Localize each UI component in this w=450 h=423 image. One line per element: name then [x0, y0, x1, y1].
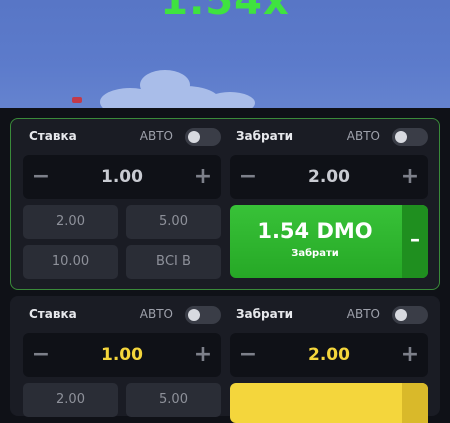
decrease-cashout-button[interactable]: − [230, 155, 266, 199]
all-in-button[interactable]: ВСІ В [126, 245, 221, 279]
increase-bet-button[interactable]: + [185, 333, 221, 377]
bet-action-side-button[interactable] [402, 383, 428, 423]
quick-bet-button[interactable]: 2.00 [23, 205, 118, 239]
game-canvas: 1.54x [0, 0, 450, 108]
cashout-button-label: Забрати [291, 248, 339, 259]
bet-amount-stepper: − 1.00 + [23, 155, 221, 199]
cashout-amount: 1.54 DMO [257, 219, 373, 243]
toggle-knob [188, 309, 200, 321]
increase-bet-button[interactable]: + [185, 155, 221, 199]
bet-action-button[interactable] [230, 383, 428, 423]
toggle-knob [395, 309, 407, 321]
increase-cashout-button[interactable]: + [392, 333, 428, 377]
bet-label: Ставка [29, 307, 77, 321]
cashout-button[interactable]: 1.54 DMO Забрати – [230, 205, 428, 278]
decrease-bet-button[interactable]: − [23, 333, 59, 377]
minus-icon: – [410, 227, 420, 251]
cloud-decoration [205, 92, 255, 108]
bet-amount-value[interactable]: 1.00 [59, 333, 185, 377]
auto-bet-toggle[interactable] [185, 306, 221, 324]
bet-amount-value[interactable]: 1.00 [59, 155, 185, 199]
toggle-knob [188, 131, 200, 143]
bet-amount-stepper: − 1.00 + [23, 333, 221, 377]
auto-cashout-label: АВТО [346, 307, 380, 321]
auto-cashout-label: АВТО [346, 129, 380, 143]
auto-cashout-toggle[interactable] [392, 306, 428, 324]
bet-panel-2: Ставка АВТО − 1.00 + Забрати АВТО − 2.00… [10, 296, 440, 423]
decrease-cashout-button[interactable]: − [230, 333, 266, 377]
bet-label: Ставка [29, 129, 77, 143]
quick-bet-button[interactable]: 5.00 [126, 205, 221, 239]
auto-bet-label: АВТО [139, 129, 173, 143]
decrease-bet-button[interactable]: − [23, 155, 59, 199]
cashout-value[interactable]: 2.00 [266, 333, 392, 377]
cashout-collapse-button[interactable]: – [402, 205, 428, 278]
quick-bet-button[interactable]: 10.00 [23, 245, 118, 279]
cashout-label: Забрати [236, 307, 294, 321]
cashout-label: Забрати [236, 129, 294, 143]
cashout-value[interactable]: 2.00 [266, 155, 392, 199]
auto-bet-label: АВТО [139, 307, 173, 321]
multiplier-display: 1.54x [160, 0, 290, 24]
auto-bet-toggle[interactable] [185, 128, 221, 146]
quick-bet-button[interactable]: 5.00 [126, 383, 221, 417]
quick-bet-button[interactable]: 2.00 [23, 383, 118, 417]
auto-cashout-toggle[interactable] [392, 128, 428, 146]
cashout-stepper: − 2.00 + [230, 155, 428, 199]
cashout-stepper: − 2.00 + [230, 333, 428, 377]
plane-marker [72, 97, 82, 103]
toggle-knob [395, 131, 407, 143]
increase-cashout-button[interactable]: + [392, 155, 428, 199]
bet-panel-1: Ставка АВТО − 1.00 + Забрати АВТО − 2.00… [10, 118, 440, 290]
